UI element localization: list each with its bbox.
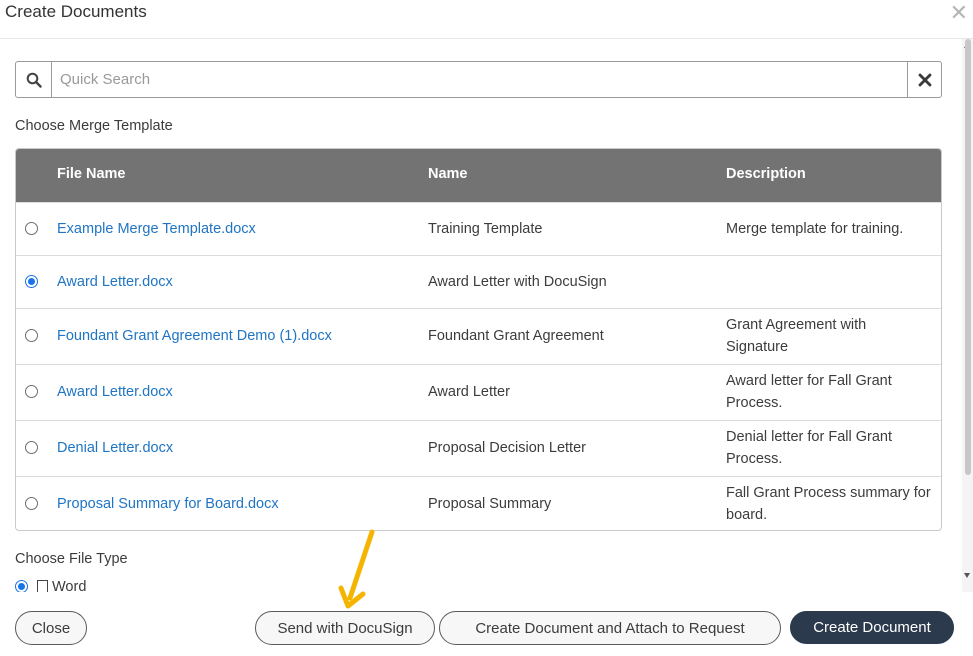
dialog-titlebar: Create Documents ✕ (0, 0, 973, 39)
template-description: Merge template for training. (726, 221, 904, 237)
quick-search-bar (15, 61, 942, 98)
create-and-attach-button[interactable]: Create Document and Attach to Request (439, 611, 781, 645)
table-row[interactable]: Foundant Grant Agreement Demo (1).docx F… (16, 308, 941, 364)
column-header-file-name[interactable]: File Name (57, 166, 126, 182)
file-name-link[interactable]: Proposal Summary for Board.docx (57, 496, 279, 512)
file-name-link[interactable]: Example Merge Template.docx (57, 221, 256, 237)
column-header-description[interactable]: Description (726, 166, 806, 182)
template-name: Award Letter with DocuSign (428, 274, 607, 290)
template-description: Grant Agreement with Signature (726, 317, 867, 355)
file-type-option-word[interactable]: Word (15, 578, 315, 592)
file-type-label: Choose File Type (15, 551, 128, 567)
table-row[interactable]: Award Letter.docx Award Letter with Docu… (16, 255, 941, 308)
search-icon (16, 62, 52, 97)
table-row[interactable]: Proposal Summary for Board.docx Proposal… (16, 476, 941, 530)
row-select-radio[interactable] (25, 497, 38, 510)
template-description: Fall Grant Process summary for board. (726, 485, 931, 523)
row-select-radio[interactable] (25, 385, 38, 398)
template-description: Denial letter for Fall Grant Process. (726, 429, 893, 467)
file-name-link[interactable]: Award Letter.docx (57, 384, 173, 400)
file-type-word-label: Word (52, 579, 87, 592)
merge-template-label: Choose Merge Template (15, 118, 173, 134)
close-icon[interactable]: ✕ (950, 2, 968, 24)
template-name: Training Template (428, 221, 543, 237)
column-header-name[interactable]: Name (428, 166, 468, 182)
vertical-scrollbar[interactable] (962, 39, 973, 592)
scroll-thumb[interactable] (965, 39, 971, 475)
file-name-link[interactable]: Denial Letter.docx (57, 440, 173, 456)
template-name: Proposal Decision Letter (428, 440, 586, 456)
table-header: File Name Name Description (16, 149, 941, 202)
annotation-arrow-icon (338, 529, 375, 609)
file-name-link[interactable]: Foundant Grant Agreement Demo (1).docx (57, 328, 332, 344)
table-row[interactable]: Award Letter.docx Award Letter Award let… (16, 364, 941, 420)
row-select-radio[interactable] (25, 441, 38, 454)
template-name: Foundant Grant Agreement (428, 328, 604, 344)
table-row[interactable]: Denial Letter.docx Proposal Decision Let… (16, 420, 941, 476)
template-name: Proposal Summary (428, 496, 552, 512)
clear-search-icon[interactable] (907, 62, 941, 97)
search-input[interactable] (52, 62, 907, 97)
file-name-link[interactable]: Award Letter.docx (57, 274, 173, 290)
close-button[interactable]: Close (15, 611, 87, 645)
file-type-radio[interactable] (15, 580, 28, 592)
template-description: Award letter for Fall Grant Process. (726, 373, 892, 411)
merge-template-table: File Name Name Description Example Merge… (15, 148, 942, 531)
create-document-button[interactable]: Create Document (790, 611, 954, 644)
table-row[interactable]: Example Merge Template.docx Training Tem… (16, 202, 941, 255)
row-select-radio[interactable] (25, 222, 38, 235)
document-icon (37, 580, 48, 592)
scroll-down-arrow-icon[interactable] (964, 573, 970, 578)
dialog-title: Create Documents (5, 2, 147, 21)
row-select-radio[interactable] (25, 329, 38, 342)
template-name: Award Letter (428, 384, 510, 400)
row-select-radio[interactable] (25, 275, 38, 288)
send-with-docusign-button[interactable]: Send with DocuSign (255, 611, 435, 645)
